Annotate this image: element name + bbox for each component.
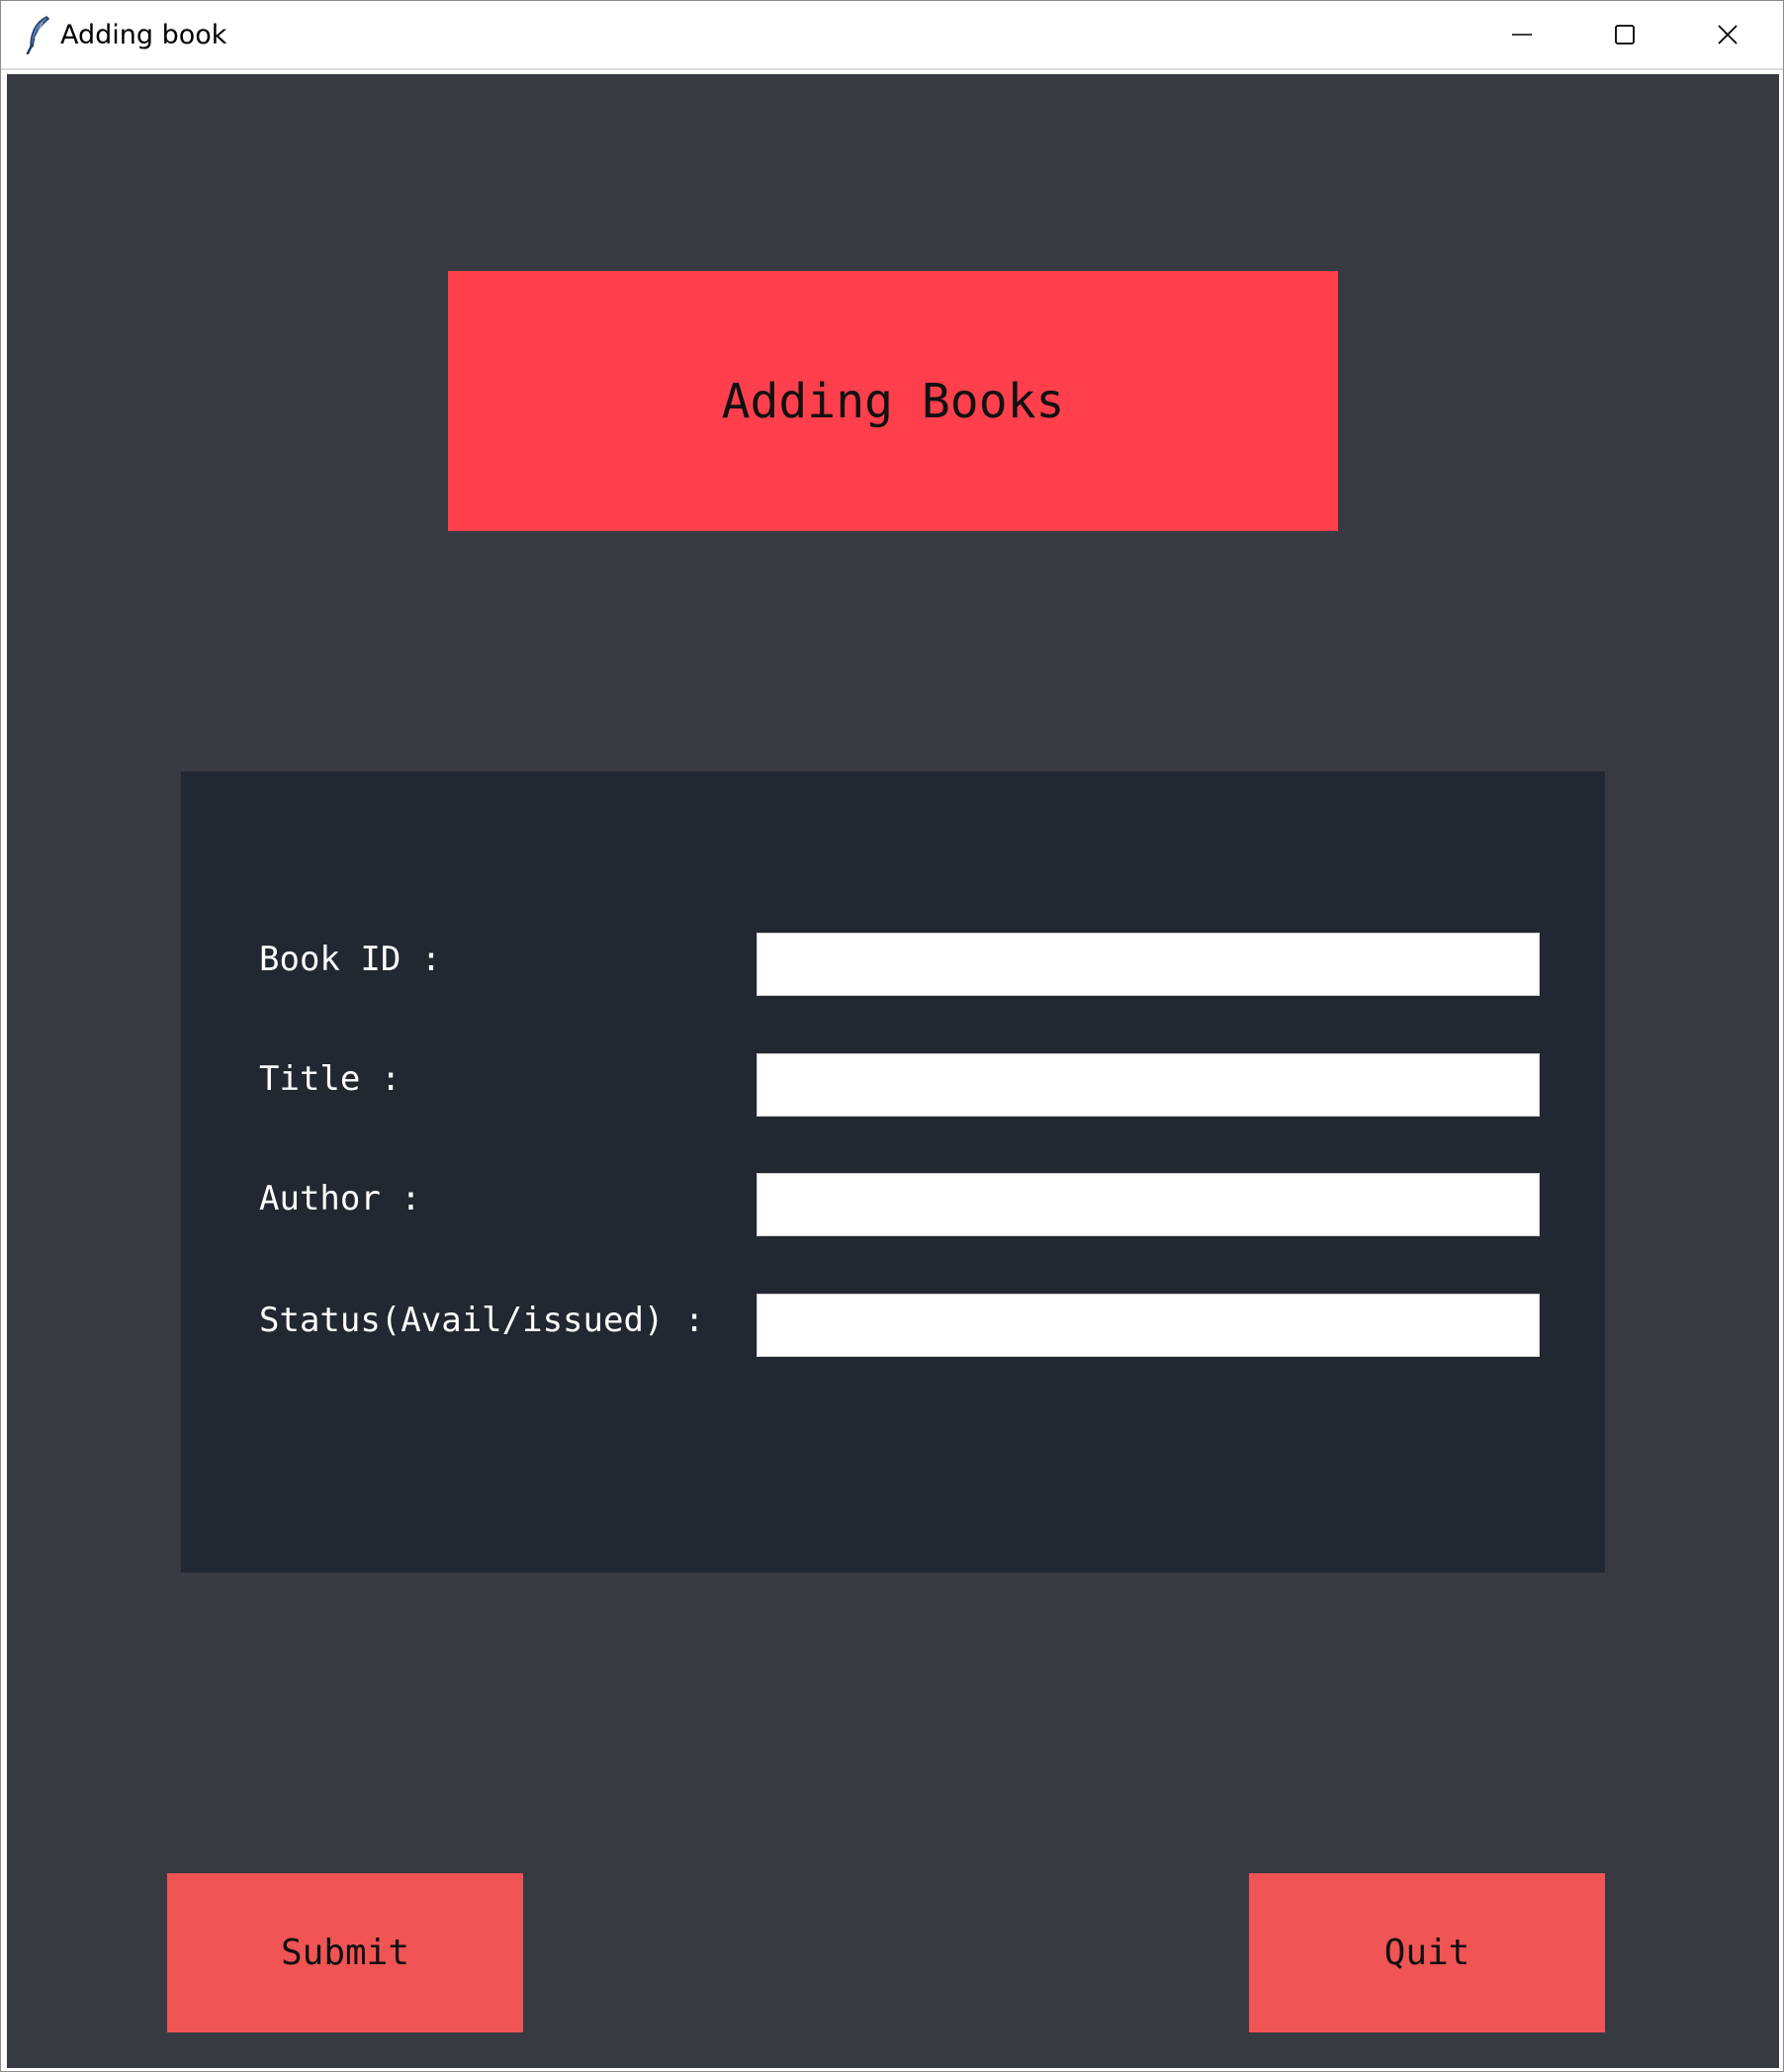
heading-banner: Adding Books (448, 271, 1338, 531)
book-id-input[interactable] (757, 933, 1540, 996)
title-label: Title : (259, 1059, 401, 1099)
app-window: Adding book Adding Books Book ID : Title… (0, 0, 1784, 2072)
maximize-icon (1615, 25, 1635, 45)
page-title: Adding Books (721, 373, 1065, 429)
author-input[interactable] (757, 1173, 1540, 1236)
client-area: Adding Books Book ID : Title : Author : … (7, 74, 1779, 2068)
close-button[interactable] (1676, 1, 1779, 68)
status-label: Status(Avail/issued) : (259, 1301, 705, 1340)
minimize-button[interactable] (1471, 1, 1573, 68)
feather-icon (26, 16, 50, 54)
minimize-icon (1512, 34, 1532, 36)
title-input[interactable] (757, 1053, 1540, 1117)
quit-button[interactable]: Quit (1249, 1873, 1605, 2032)
book-id-label: Book ID : (259, 940, 442, 979)
author-label: Author : (259, 1179, 421, 1218)
close-icon (1718, 25, 1738, 45)
maximize-button[interactable] (1573, 1, 1676, 68)
window-title: Adding book (60, 20, 227, 50)
submit-button[interactable]: Submit (167, 1873, 523, 2032)
status-input[interactable] (757, 1294, 1540, 1357)
form-panel: Book ID : Title : Author : Status(Avail/… (181, 771, 1605, 1573)
title-bar[interactable]: Adding book (1, 1, 1783, 70)
